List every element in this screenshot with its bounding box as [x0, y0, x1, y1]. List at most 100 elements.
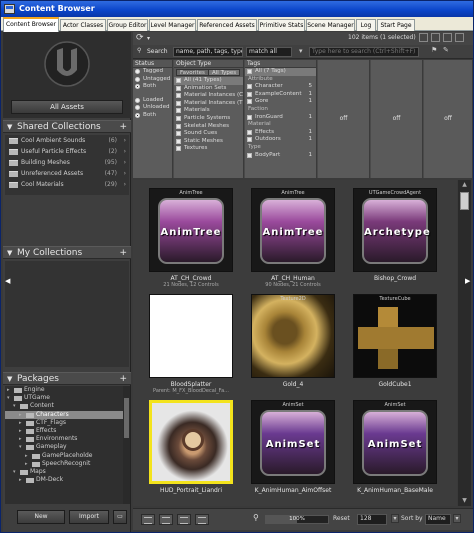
tree-item[interactable]: ▸ Environments	[5, 435, 123, 443]
checkbox-icon[interactable]	[176, 115, 181, 121]
tag-checkbox[interactable]: Gore 1	[245, 98, 316, 106]
layout-alt-icon[interactable]	[455, 33, 464, 42]
tree-item[interactable]: ▸ GamePlaceholde	[5, 452, 123, 460]
checkbox-icon[interactable]	[247, 114, 252, 120]
expand-icon[interactable]: ▾	[7, 394, 10, 402]
expand-icon[interactable]: ▾	[13, 402, 16, 410]
expand-icon[interactable]: ▾	[13, 468, 16, 476]
status-radio[interactable]: Tagged	[133, 68, 172, 76]
reset-zoom-button[interactable]: Reset	[333, 515, 350, 522]
asset-thumbnail[interactable]	[149, 400, 233, 484]
dropdown-chevron-icon[interactable]: ▾	[147, 35, 150, 42]
object-type-checkbox[interactable]: Material Instances (C	[174, 92, 243, 100]
checkbox-icon[interactable]	[176, 146, 181, 152]
expand-icon[interactable]: ▾	[19, 443, 22, 451]
thumbnail-size-dropdown[interactable]: 128	[357, 514, 387, 525]
expand-icon[interactable]: ▸	[25, 460, 28, 468]
scrollbar-thumb[interactable]	[460, 192, 469, 210]
status-radio[interactable]: Both	[133, 112, 172, 120]
radio-icon[interactable]	[135, 69, 140, 74]
search-input[interactable]: Type here to search (Ctrl+Shift+F)	[309, 47, 419, 57]
checkbox-icon[interactable]	[176, 78, 181, 83]
asset-thumbnail[interactable]: Texture2D	[251, 294, 335, 378]
asset-thumbnail[interactable]	[149, 294, 233, 378]
collection-item[interactable]: Cool Materials (29) ›	[5, 179, 129, 190]
add-collection-icon[interactable]: +	[119, 247, 127, 260]
packages-header[interactable]: ▼ Packages +	[3, 372, 131, 385]
folder-button[interactable]: ▭	[113, 510, 127, 524]
tree-item[interactable]: ▸ SpeechRecognit	[5, 460, 123, 468]
checkbox-icon[interactable]	[176, 85, 181, 91]
tab-actor-classes[interactable]: Actor Classes	[60, 19, 106, 31]
checkbox-icon[interactable]	[247, 69, 252, 74]
tab-group-editor[interactable]: Group Editor	[107, 19, 148, 31]
status-radio[interactable]: Unloaded	[133, 104, 172, 112]
filter-column-off-1[interactable]: off	[318, 60, 370, 178]
refresh-icon[interactable]: ⟳	[136, 33, 144, 43]
tree-item[interactable]: ▸ Effects	[5, 427, 123, 435]
checkbox-icon[interactable]	[247, 91, 252, 97]
checkbox-icon[interactable]	[247, 99, 252, 105]
scrollbar-thumb[interactable]	[124, 398, 129, 438]
checkbox-icon[interactable]	[176, 131, 181, 137]
collection-item[interactable]: Cool Ambient Sounds (6) ›	[5, 135, 129, 146]
scroll-down-icon[interactable]: ▼	[458, 496, 471, 506]
tag-checkbox[interactable]: IronGuard 1	[245, 114, 316, 122]
object-type-checkbox[interactable]: Textures	[174, 145, 243, 153]
tab-start-page[interactable]: Start Page	[377, 19, 415, 31]
shared-collections-header[interactable]: ▼ Shared Collections +	[3, 120, 131, 133]
collapse-triangle-icon[interactable]: ▼	[7, 121, 12, 134]
search-fields-dropdown[interactable]: name, path, tags, type	[173, 47, 243, 57]
packages-scrollbar[interactable]	[123, 386, 130, 504]
object-type-checkbox[interactable]: All (41 Types)	[174, 77, 243, 85]
asset-thumbnail[interactable]: UTGameCrowdAgent Archetype	[353, 188, 437, 272]
expand-icon[interactable]: ▸	[19, 419, 22, 427]
import-button[interactable]: Import	[69, 510, 109, 524]
save-icon[interactable]	[431, 33, 440, 42]
collection-item[interactable]: Useful Particle Effects (2) ›	[5, 146, 129, 157]
view-thumbnails-icon[interactable]	[195, 514, 209, 525]
filter-icon[interactable]: ⚑	[431, 46, 437, 54]
expand-icon[interactable]: ▸	[7, 386, 10, 394]
tab-referenced-assets[interactable]: Referenced Assets	[197, 19, 257, 31]
tab-level-manager[interactable]: Level Manager	[149, 19, 196, 31]
tag-checkbox[interactable]: BodyPart 1	[245, 152, 316, 160]
filter-column-off-2[interactable]: off	[371, 60, 423, 178]
tree-item[interactable]: ▾ Maps	[5, 468, 123, 476]
checkbox-icon[interactable]	[176, 108, 181, 114]
checkbox-icon[interactable]	[176, 123, 181, 129]
asset-grid-scrollbar[interactable]: ▲ ▼	[458, 180, 471, 506]
tree-item[interactable]: ▾ UTGame	[5, 394, 123, 402]
size-dropdown-chevron-icon[interactable]: ▾	[391, 514, 399, 523]
match-mode-dropdown[interactable]: match all	[246, 47, 292, 57]
collection-item[interactable]: Unreferenced Assets (47) ›	[5, 168, 129, 179]
status-radio[interactable]: Both	[133, 83, 172, 91]
checkbox-icon[interactable]	[247, 84, 252, 90]
tree-item[interactable]: ▾ Content	[5, 402, 123, 410]
tree-item-selected[interactable]: ▸ Characters	[5, 410, 123, 419]
sort-dropdown[interactable]: Name	[425, 514, 451, 525]
expand-icon[interactable]: ▸	[25, 452, 28, 460]
collapse-triangle-icon[interactable]: ▼	[7, 373, 12, 386]
object-type-checkbox[interactable]: Materials	[174, 107, 243, 115]
expand-icon[interactable]: ▸	[19, 435, 22, 443]
tab-scene-manager[interactable]: Scene Manager	[306, 19, 355, 31]
favorites-tab[interactable]: Favorites	[176, 69, 209, 76]
checkbox-icon[interactable]	[176, 93, 181, 99]
status-radio[interactable]: Untagged	[133, 76, 172, 84]
expand-icon[interactable]: ▸	[19, 476, 22, 484]
radio-icon[interactable]	[135, 112, 140, 118]
filter-column-off-3[interactable]: off	[424, 60, 473, 178]
my-collections-header[interactable]: ▼ My Collections +	[3, 246, 131, 259]
tree-item[interactable]: ▸ DM-Deck	[5, 476, 123, 484]
new-folder-icon[interactable]	[419, 33, 428, 42]
object-type-checkbox[interactable]: Skeletal Meshes	[174, 123, 243, 131]
object-type-checkbox[interactable]: Particle Systems	[174, 115, 243, 123]
options-icon[interactable]: ✎	[443, 46, 449, 54]
radio-icon[interactable]	[135, 84, 140, 90]
new-button[interactable]: New	[17, 510, 65, 524]
expand-icon[interactable]: ▸	[19, 411, 22, 419]
view-grid-icon[interactable]	[177, 514, 191, 525]
tree-item[interactable]: ▾ Gameplay	[5, 443, 123, 451]
tag-checkbox[interactable]: Effects 1	[245, 129, 316, 137]
